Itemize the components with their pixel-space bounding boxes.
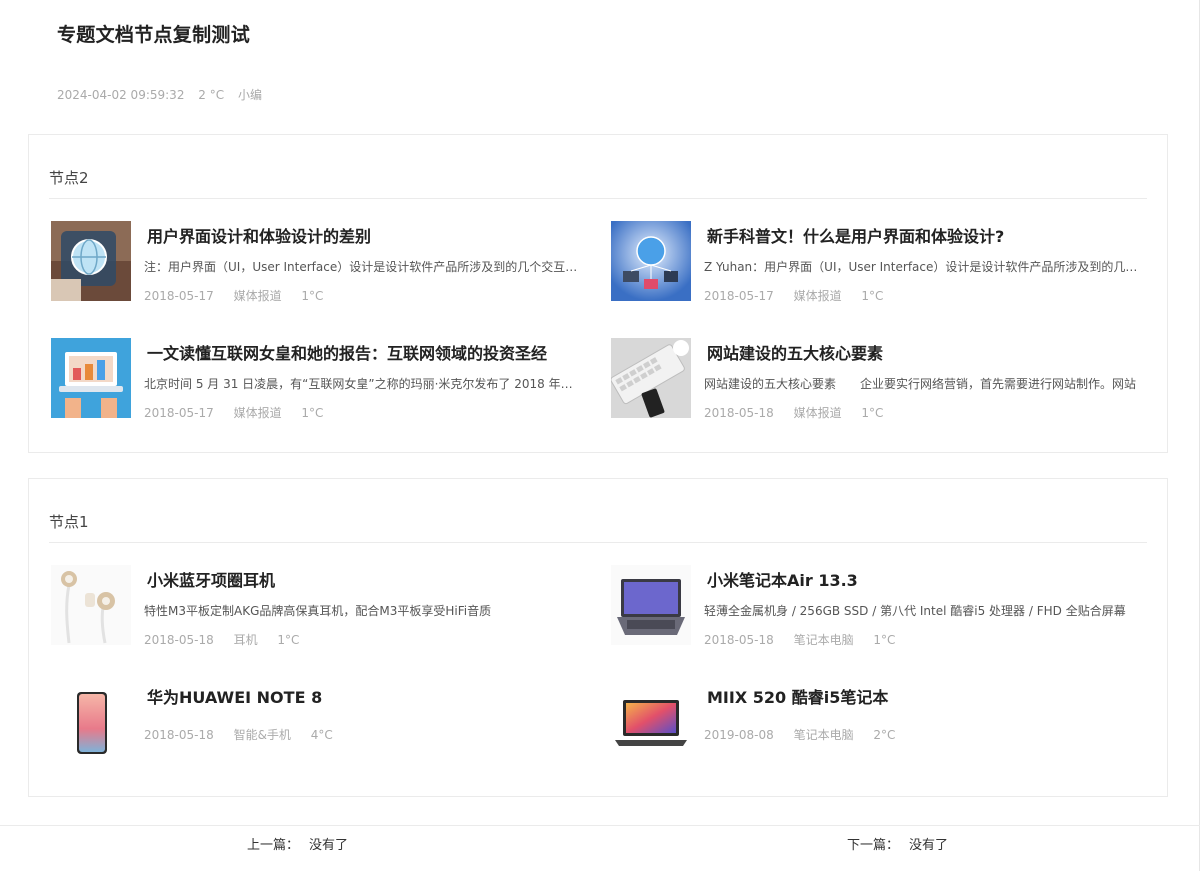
item-date: 2018-05-18	[144, 728, 214, 742]
item-views: 2°C	[873, 728, 896, 742]
item-date: 2018-05-17	[144, 406, 214, 420]
laptop-image[interactable]	[611, 565, 691, 645]
item-title-link[interactable]: MIIX 520 酷睿i5笔记本	[707, 684, 1147, 708]
list-item[interactable]: 新手科普文！什么是用户界面和体验设计? Z Yuhan：用户界面（UI，User…	[611, 221, 1141, 303]
item-title-link[interactable]: 小米笔记本Air 13.3	[707, 567, 1147, 591]
next-article-link[interactable]: 没有了	[909, 838, 948, 853]
article-views: 2 °C	[198, 88, 225, 102]
network-devices-image[interactable]	[611, 221, 691, 301]
item-views: 4°C	[310, 728, 333, 742]
section-header: 节点1	[49, 479, 1147, 543]
tablet-laptop-image[interactable]	[611, 682, 691, 762]
prev-article-label: 上一篇：	[247, 838, 300, 853]
item-date: 2018-05-17	[144, 289, 214, 303]
item-meta: 2018-05-18 笔记本电脑 1°C	[704, 631, 911, 648]
article-author: 小编	[237, 88, 262, 102]
list-item[interactable]: 用户界面设计和体验设计的差别 注：用户界面（UI，User Interface）…	[51, 221, 581, 303]
item-category-link[interactable]: 笔记本电脑	[794, 728, 854, 742]
item-title-link[interactable]: 小米蓝牙项圈耳机	[147, 567, 587, 591]
item-category-link[interactable]: 媒体报道	[234, 289, 282, 303]
item-views: 1°C	[861, 406, 884, 420]
article-meta: 2024-04-02 09:59:32 2 °C 小编	[57, 86, 272, 103]
item-meta: 2018-05-17 媒体报道 1°C	[144, 404, 339, 421]
item-meta: 2019-08-08 笔记本电脑 2°C	[704, 726, 911, 743]
item-category-link[interactable]: 媒体报道	[234, 406, 282, 420]
section-title: 节点2	[49, 169, 89, 187]
section-node-2: 节点2 用户界面设计和体验设计的差别 注：用户界面（UI，User Interf…	[28, 134, 1168, 453]
prev-article: 上一篇： 没有了	[247, 834, 348, 853]
next-article-label: 下一篇：	[847, 838, 900, 853]
article-date: 2024-04-02 09:59:32	[57, 88, 185, 102]
item-category-link[interactable]: 笔记本电脑	[794, 633, 854, 647]
laptop-desk-image[interactable]	[51, 338, 131, 418]
item-description: 轻薄全金属机身 / 256GB SSD / 第八代 Intel 酷睿i5 处理器…	[704, 604, 1126, 618]
section-node-1: 节点1 小米蓝牙项圈耳机 特性M3平板定制AKG品牌高保真耳机，配合M3平板享受…	[28, 478, 1168, 797]
footer-divider	[0, 825, 1200, 826]
item-title-link[interactable]: 用户界面设计和体验设计的差别	[147, 223, 587, 247]
list-item[interactable]: 华为HUAWEI NOTE 8 2018-05-18 智能&手机 4°C	[51, 682, 581, 764]
item-views: 1°C	[277, 633, 300, 647]
item-meta: 2018-05-17 媒体报道 1°C	[704, 287, 899, 304]
section-title: 节点1	[49, 513, 89, 531]
next-article: 下一篇： 没有了	[847, 834, 948, 853]
item-description: 北京时间 5 月 31 日凌晨，有“互联网女皇”之称的玛丽·米克尔发布了 201…	[144, 377, 578, 391]
item-views: 1°C	[873, 633, 896, 647]
item-date: 2019-08-08	[704, 728, 774, 742]
hologram-globe-image[interactable]	[51, 221, 131, 301]
item-category-link[interactable]: 耳机	[234, 633, 258, 647]
section-header: 节点2	[49, 135, 1147, 199]
item-views: 1°C	[861, 289, 884, 303]
list-item[interactable]: MIIX 520 酷睿i5笔记本 2019-08-08 笔记本电脑 2°C	[611, 682, 1141, 764]
earphones-image[interactable]	[51, 565, 131, 645]
keyboard-phone-image[interactable]	[611, 338, 691, 418]
item-date: 2018-05-18	[144, 633, 214, 647]
item-description: 网站建设的五大核心要素 企业要实行网络营销，首先需要进行网站制作。网站	[704, 377, 1137, 391]
item-description: 注：用户界面（UI，User Interface）设计是设计软件产品所涉及到的几…	[144, 260, 578, 274]
list-item[interactable]: 一文读懂互联网女皇和她的报告：互联网领域的投资圣经 北京时间 5 月 31 日凌…	[51, 338, 581, 420]
item-title-link[interactable]: 华为HUAWEI NOTE 8	[147, 684, 587, 708]
item-category-link[interactable]: 媒体报道	[794, 406, 842, 420]
item-views: 1°C	[301, 406, 324, 420]
item-meta: 2018-05-17 媒体报道 1°C	[144, 287, 339, 304]
item-category-link[interactable]: 智能&手机	[234, 728, 291, 742]
item-date: 2018-05-18	[704, 633, 774, 647]
list-item[interactable]: 网站建设的五大核心要素 网站建设的五大核心要素 企业要实行网络营销，首先需要进行…	[611, 338, 1141, 420]
item-meta: 2018-05-18 媒体报道 1°C	[704, 404, 899, 421]
item-date: 2018-05-17	[704, 289, 774, 303]
phone-image[interactable]	[51, 682, 131, 762]
item-description: Z Yuhan：用户界面（UI，User Interface）设计是设计软件产品…	[704, 260, 1138, 274]
prev-article-link[interactable]: 没有了	[309, 838, 348, 853]
item-title-link[interactable]: 一文读懂互联网女皇和她的报告：互联网领域的投资圣经	[147, 340, 587, 364]
item-meta: 2018-05-18 耳机 1°C	[144, 631, 315, 648]
page-title: 专题文档节点复制测试	[57, 24, 251, 46]
item-views: 1°C	[301, 289, 324, 303]
item-description: 特性M3平板定制AKG品牌高保真耳机，配合M3平板享受HiFi音质	[144, 604, 492, 618]
list-item[interactable]: 小米蓝牙项圈耳机 特性M3平板定制AKG品牌高保真耳机，配合M3平板享受HiFi…	[51, 565, 581, 647]
item-meta: 2018-05-18 智能&手机 4°C	[144, 726, 349, 743]
item-title-link[interactable]: 网站建设的五大核心要素	[707, 340, 1147, 364]
item-date: 2018-05-18	[704, 406, 774, 420]
item-category-link[interactable]: 媒体报道	[794, 289, 842, 303]
list-item[interactable]: 小米笔记本Air 13.3 轻薄全金属机身 / 256GB SSD / 第八代 …	[611, 565, 1141, 647]
item-title-link[interactable]: 新手科普文！什么是用户界面和体验设计?	[707, 223, 1147, 247]
